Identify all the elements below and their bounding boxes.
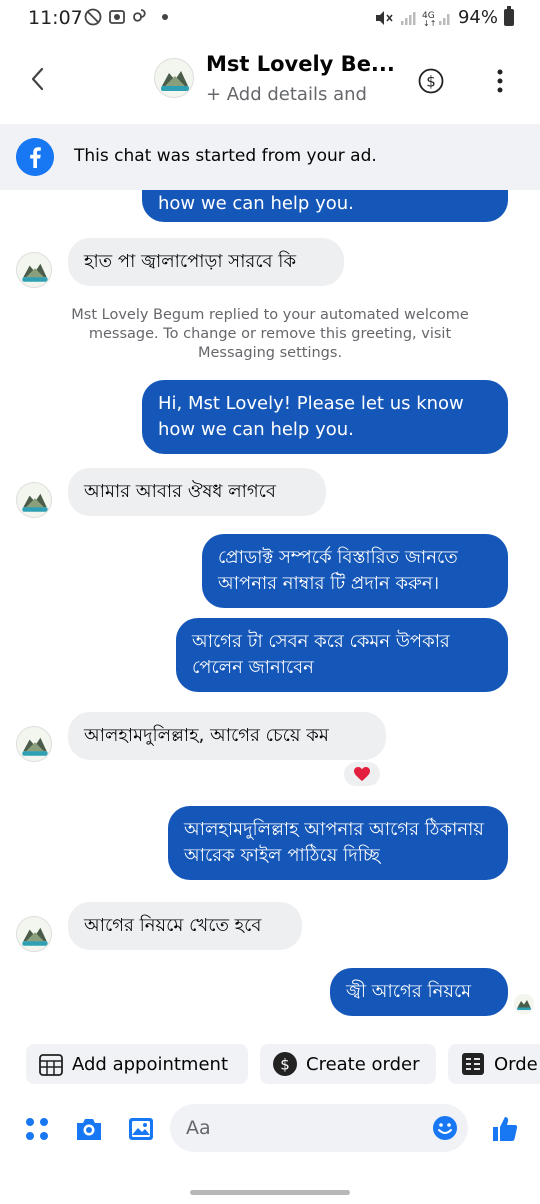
status-time: 11:07 [28, 7, 83, 29]
contact-avatar-small [16, 726, 52, 762]
message-incoming[interactable]: আমার আবার ঔষধ লাগবে [68, 468, 326, 516]
gallery-icon[interactable] [126, 1114, 156, 1144]
avatar-logo-icon [17, 917, 51, 951]
message-list[interactable]: how we can help you. হাত পা জ্বালাপোড়া … [0, 190, 540, 1038]
back-arrow-icon[interactable] [24, 64, 54, 94]
message-composer [0, 1100, 540, 1158]
avatar-logo-icon [155, 59, 193, 97]
message-text: how we can help you. [158, 193, 354, 214]
quick-actions-row[interactable]: Add appointment $ Create order Orde [0, 1040, 540, 1088]
add-appointment-button[interactable]: Add appointment [26, 1044, 248, 1084]
ad-origin-banner: This chat was started from your ad. [0, 124, 540, 190]
message-incoming[interactable]: হাত পা জ্বালাপোড়া সারবে কি [68, 238, 344, 286]
avatar-logo-icon [514, 994, 534, 1014]
message-text: আমার আবার ঔষধ লাগবে [84, 481, 276, 502]
thumbs-up-icon[interactable] [490, 1114, 520, 1144]
status-notification-icons [84, 8, 168, 26]
more-notifications-dot [162, 14, 168, 20]
camera-icon[interactable] [74, 1114, 104, 1144]
add-appointment-label: Add appointment [72, 1053, 229, 1075]
message-text: প্রোডাক্ট সম্পর্কে বিস্তারিত জানতে আপনার… [218, 547, 458, 594]
svg-text:$: $ [280, 1056, 290, 1074]
emoji-icon[interactable] [432, 1115, 458, 1141]
screenshot-icon [109, 10, 125, 24]
message-outgoing[interactable]: how we can help you. [142, 190, 508, 222]
message-text: আগের নিয়মে খেতে হবে [84, 915, 262, 936]
signal-4g-icon: 4G↓↑ [422, 11, 450, 27]
signal-icon-1 [400, 11, 416, 25]
message-outgoing[interactable]: Hi, Mst Lovely! Please let us know how w… [142, 380, 508, 454]
contact-avatar-small [16, 482, 52, 518]
facebook-icon [16, 138, 54, 176]
create-order-button[interactable]: $ Create order [260, 1044, 436, 1084]
contact-avatar-small [16, 916, 52, 952]
message-outgoing[interactable]: আগের টা সেবন করে কেমন উপকার পেলেন জানাবে… [176, 618, 508, 692]
message-text: জ্বী আগের নিয়মে [346, 981, 472, 1002]
avatar-logo-icon [17, 483, 51, 517]
heart-icon [354, 767, 370, 781]
dollar-icon: $ [273, 1052, 297, 1076]
svg-text:↓↑: ↓↑ [423, 19, 436, 27]
contact-avatar[interactable] [154, 58, 194, 98]
message-reaction[interactable] [342, 760, 382, 788]
message-text: আলহামদুলিল্লাহ আপনার আগের ঠিকানায় আরেক … [184, 819, 484, 866]
svg-text:$: $ [426, 73, 436, 91]
avatar-logo-icon [17, 727, 51, 761]
status-bar: 11:07 4G ↓↑ 94% [0, 0, 540, 36]
dnd-icon [84, 8, 102, 26]
status-system-icons: 4G ↓↑ 94% [374, 6, 514, 28]
create-order-label: Create order [306, 1053, 420, 1075]
message-text: Hi, Mst Lovely! Please let us know how w… [158, 393, 464, 440]
message-text: আলহামদুলিল্লাহ, আগের চেয়ে কম [84, 725, 329, 746]
contact-name[interactable]: Mst Lovely Be... [206, 52, 395, 76]
list-icon [462, 1053, 484, 1075]
ad-banner-text: This chat was started from your ad. [74, 146, 377, 166]
dollar-icon[interactable]: $ [418, 68, 444, 94]
message-text: হাত পা জ্বালাপোড়া সারবে কি [84, 251, 297, 272]
seen-indicator-avatar [514, 994, 534, 1014]
add-details-link[interactable]: + Add details and [206, 84, 367, 105]
message-incoming[interactable]: আগের নিয়মে খেতে হবে [68, 902, 302, 950]
home-gesture-bar[interactable] [190, 1190, 350, 1195]
system-note: Mst Lovely Begum replied to your automat… [71, 307, 469, 361]
message-input-wrapper [170, 1104, 468, 1152]
mute-icon [375, 10, 393, 25]
conversation-header: Mst Lovely Be... + Add details and $ [0, 40, 540, 120]
avatar-logo-icon [17, 253, 51, 287]
message-outgoing[interactable]: আলহামদুলিল্লাহ আপনার আগের ঠিকানায় আরেক … [168, 806, 508, 880]
message-outgoing[interactable]: জ্বী আগের নিয়মে [330, 968, 508, 1016]
orders-button[interactable]: Orde [448, 1044, 540, 1084]
message-text: আগের টা সেবন করে কেমন উপকার পেলেন জানাবে… [192, 631, 450, 678]
contact-avatar-small [16, 252, 52, 288]
message-incoming[interactable]: আলহামদুলিল্লাহ, আগের চেয়ে কম [68, 712, 386, 760]
more-vertical-icon[interactable] [494, 68, 506, 94]
message-input[interactable] [170, 1104, 410, 1152]
battery-percent: 94% [457, 7, 498, 28]
apps-grid-icon[interactable] [22, 1114, 52, 1144]
calendar-icon [39, 1054, 63, 1076]
message-outgoing[interactable]: প্রোডাক্ট সম্পর্কে বিস্তারিত জানতে আপনার… [202, 534, 508, 608]
battery-icon [504, 6, 514, 26]
pinwheel-icon [133, 9, 146, 22]
orders-label: Orde [494, 1053, 538, 1075]
